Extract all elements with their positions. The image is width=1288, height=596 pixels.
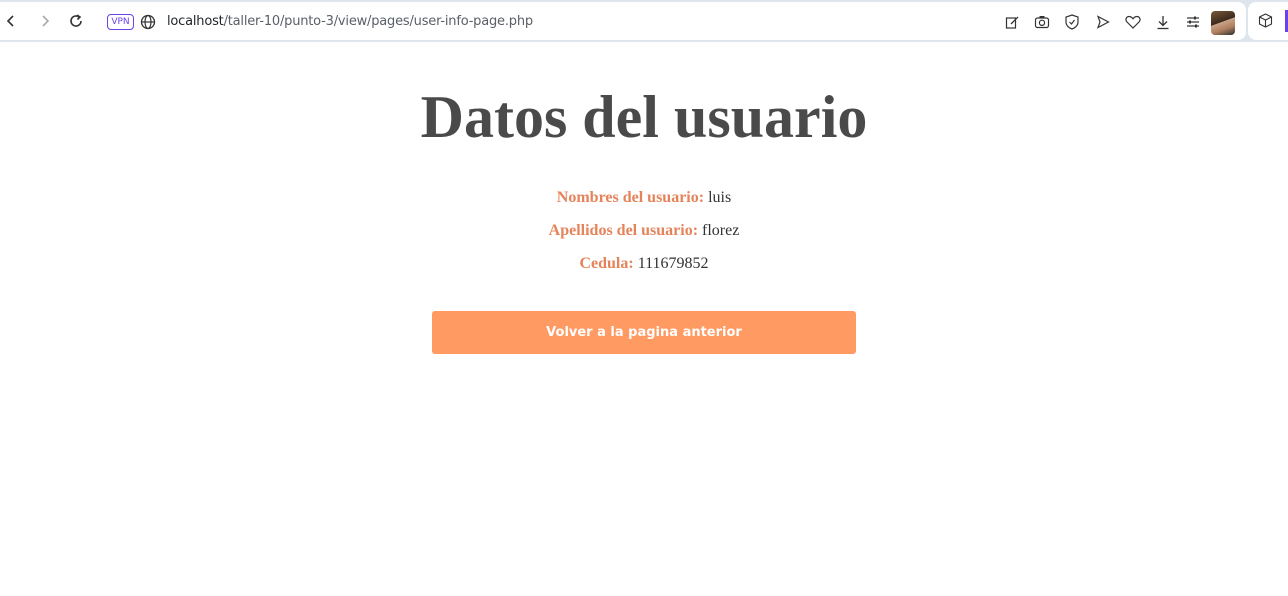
- address-bar-area: VPN localhost/taller-10/punto-3/view/pag…: [0, 2, 1246, 40]
- field-apellidos: Apellidos del usuario: florez: [0, 221, 1288, 241]
- globe-icon[interactable]: [140, 14, 156, 30]
- field-value: luis: [708, 189, 732, 206]
- download-icon[interactable]: [1154, 13, 1172, 31]
- url-path: /taller-10/punto-3/view/pages/user-info-…: [223, 14, 534, 29]
- avatar[interactable]: [1211, 11, 1235, 35]
- edit-icon[interactable]: [1003, 13, 1021, 31]
- field-label: Apellidos del usuario:: [548, 222, 699, 239]
- reload-icon[interactable]: [66, 11, 86, 31]
- camera-icon[interactable]: [1033, 13, 1051, 31]
- browser-toolbar: VPN localhost/taller-10/punto-3/view/pag…: [0, 0, 1288, 42]
- heart-icon[interactable]: [1124, 13, 1142, 31]
- settings-sliders-icon[interactable]: [1184, 13, 1202, 31]
- cube-icon[interactable]: [1256, 11, 1274, 29]
- url-field[interactable]: localhost/taller-10/punto-3/view/pages/u…: [167, 14, 533, 29]
- back-button[interactable]: Volver a la pagina anterior: [432, 311, 856, 354]
- field-cedula: Cedula: 111679852: [0, 254, 1288, 274]
- send-icon[interactable]: [1094, 13, 1112, 31]
- field-value: florez: [702, 222, 740, 239]
- vpn-badge[interactable]: VPN: [107, 14, 134, 30]
- url-host: localhost: [167, 14, 224, 29]
- field-label: Nombres del usuario:: [556, 189, 705, 206]
- field-nombres: Nombres del usuario: luis: [0, 188, 1288, 208]
- back-arrow-icon[interactable]: [0, 11, 20, 31]
- field-label: Cedula:: [579, 255, 634, 272]
- forward-arrow-icon[interactable]: [35, 11, 55, 31]
- page-title: Datos del usuario: [420, 84, 868, 150]
- shield-icon[interactable]: [1063, 13, 1081, 31]
- extensions-panel: [1248, 2, 1288, 40]
- field-value: 111679852: [637, 255, 709, 272]
